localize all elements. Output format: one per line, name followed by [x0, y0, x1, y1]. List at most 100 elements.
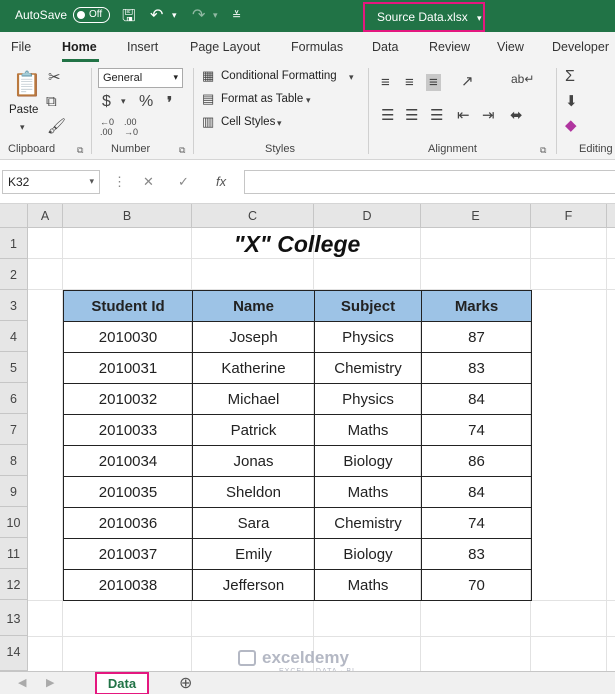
- autosum-icon[interactable]: Σ: [565, 68, 575, 86]
- copy-icon[interactable]: ⧉: [46, 93, 57, 110]
- tab-formulas[interactable]: Formulas: [291, 40, 343, 54]
- cell-student-id[interactable]: 2010036: [63, 507, 193, 539]
- cell-name[interactable]: Sara: [192, 507, 315, 539]
- cell-subject[interactable]: Chemistry: [314, 352, 422, 384]
- clipboard-launcher-icon[interactable]: ⧉: [77, 145, 83, 156]
- column-header-c[interactable]: C: [192, 204, 314, 228]
- undo-dropdown-icon[interactable]: ▾: [172, 10, 177, 21]
- enter-icon[interactable]: ✓: [178, 174, 189, 190]
- cell-subject[interactable]: Maths: [314, 476, 422, 508]
- cell-student-id[interactable]: 2010031: [63, 352, 193, 384]
- column-header-d[interactable]: D: [314, 204, 421, 228]
- number-format-select[interactable]: General ▾: [98, 68, 183, 88]
- cell-subject[interactable]: Maths: [314, 569, 422, 601]
- increase-indent-icon[interactable]: ⇥: [482, 106, 495, 124]
- format-painter-icon[interactable]: 🖌: [47, 117, 66, 135]
- row-header-14[interactable]: 14: [0, 636, 28, 671]
- percent-icon[interactable]: %: [139, 93, 153, 111]
- cancel-icon[interactable]: ✕: [143, 174, 154, 190]
- cell-subject[interactable]: Maths: [314, 414, 422, 446]
- row-header-3[interactable]: 3: [0, 290, 28, 321]
- align-right-icon[interactable]: ☰: [430, 106, 443, 124]
- cell-student-id[interactable]: 2010038: [63, 569, 193, 601]
- tab-home[interactable]: Home: [62, 40, 97, 54]
- align-top-icon[interactable]: ≡: [381, 74, 390, 91]
- column-header-e[interactable]: E: [421, 204, 531, 228]
- cell-marks[interactable]: 74: [421, 507, 532, 539]
- header-student-id[interactable]: Student Id: [63, 290, 193, 322]
- insert-function-icon[interactable]: fx: [216, 174, 226, 189]
- name-box[interactable]: K32 ▾: [2, 170, 100, 194]
- chevron-down-icon[interactable]: ▾: [306, 95, 311, 106]
- cell-marks[interactable]: 84: [421, 383, 532, 415]
- autosave-toggle[interactable]: Off: [73, 7, 110, 23]
- add-sheet-icon[interactable]: ⊕: [179, 673, 192, 693]
- header-name[interactable]: Name: [192, 290, 315, 322]
- cell-marks[interactable]: 74: [421, 414, 532, 446]
- align-bottom-icon[interactable]: ≡: [426, 74, 441, 91]
- cell-name[interactable]: Emily: [192, 538, 315, 570]
- cell-student-id[interactable]: 2010035: [63, 476, 193, 508]
- cell-styles-button[interactable]: Cell Styles: [221, 116, 275, 128]
- formula-input[interactable]: [244, 170, 615, 194]
- conditional-formatting-button[interactable]: Conditional Formatting: [221, 70, 337, 82]
- paste-button[interactable]: Paste: [9, 104, 38, 116]
- cell-name[interactable]: Patrick: [192, 414, 315, 446]
- cell-styles-icon[interactable]: ▥: [202, 114, 214, 130]
- row-header-4[interactable]: 4: [0, 321, 28, 352]
- fill-icon[interactable]: ⬇: [565, 92, 578, 110]
- tab-insert[interactable]: Insert: [127, 40, 158, 54]
- tab-review[interactable]: Review: [429, 40, 470, 54]
- cell-name[interactable]: Jonas: [192, 445, 315, 477]
- row-header-8[interactable]: 8: [0, 445, 28, 476]
- column-header-f[interactable]: F: [531, 204, 607, 228]
- currency-dropdown-icon[interactable]: ▾: [121, 96, 126, 107]
- cell-name[interactable]: Katherine: [192, 352, 315, 384]
- align-left-icon[interactable]: ☰: [381, 106, 394, 124]
- row-header-10[interactable]: 10: [0, 507, 28, 538]
- header-subject[interactable]: Subject: [314, 290, 422, 322]
- tab-file[interactable]: File: [11, 40, 31, 54]
- paste-icon[interactable]: 📋: [12, 70, 42, 99]
- tab-data[interactable]: Data: [372, 40, 398, 54]
- cell-student-id[interactable]: 2010037: [63, 538, 193, 570]
- format-as-table-icon[interactable]: ▤: [202, 91, 214, 107]
- number-launcher-icon[interactable]: ⧉: [179, 145, 185, 156]
- align-center-icon[interactable]: ☰: [405, 106, 418, 124]
- row-header-5[interactable]: 5: [0, 352, 28, 383]
- tab-view[interactable]: View: [497, 40, 524, 54]
- comma-style-icon[interactable]: ❜: [167, 93, 172, 113]
- row-header-9[interactable]: 9: [0, 476, 28, 507]
- customize-toolbar-icon[interactable]: ≚: [232, 9, 241, 22]
- cell-name[interactable]: Jefferson: [192, 569, 315, 601]
- cell-name[interactable]: Joseph: [192, 321, 315, 353]
- cell-name[interactable]: Sheldon: [192, 476, 315, 508]
- cell-student-id[interactable]: 2010034: [63, 445, 193, 477]
- redo-icon[interactable]: ↷: [192, 5, 205, 25]
- chevron-down-icon[interactable]: ▾: [277, 118, 282, 129]
- row-header-11[interactable]: 11: [0, 538, 28, 569]
- tab-page-layout[interactable]: Page Layout: [190, 40, 260, 54]
- clear-icon[interactable]: ◆: [565, 116, 577, 134]
- row-header-1[interactable]: 1: [0, 228, 28, 259]
- cell-subject[interactable]: Biology: [314, 445, 422, 477]
- sheet-title[interactable]: "X" College: [63, 228, 531, 259]
- column-header-partial[interactable]: [607, 204, 615, 228]
- row-header-13[interactable]: 13: [0, 600, 28, 636]
- sheet-tab-data[interactable]: Data: [95, 672, 149, 694]
- header-marks[interactable]: Marks: [421, 290, 532, 322]
- save-icon[interactable]: 🖫: [122, 5, 136, 32]
- cell-marks[interactable]: 83: [421, 352, 532, 384]
- cell-marks[interactable]: 84: [421, 476, 532, 508]
- orientation-icon[interactable]: ↗: [461, 72, 474, 90]
- increase-decimal-icon[interactable]: ←0.00: [100, 117, 114, 137]
- redo-dropdown-icon[interactable]: ▾: [213, 10, 218, 21]
- row-header-2[interactable]: 2: [0, 259, 28, 290]
- column-header-b[interactable]: B: [63, 204, 192, 228]
- decrease-indent-icon[interactable]: ⇤: [457, 106, 470, 124]
- conditional-formatting-icon[interactable]: ▦: [202, 68, 214, 84]
- cut-icon[interactable]: ✂: [48, 68, 61, 86]
- cell-student-id[interactable]: 2010030: [63, 321, 193, 353]
- cell-marks[interactable]: 86: [421, 445, 532, 477]
- row-header-7[interactable]: 7: [0, 414, 28, 445]
